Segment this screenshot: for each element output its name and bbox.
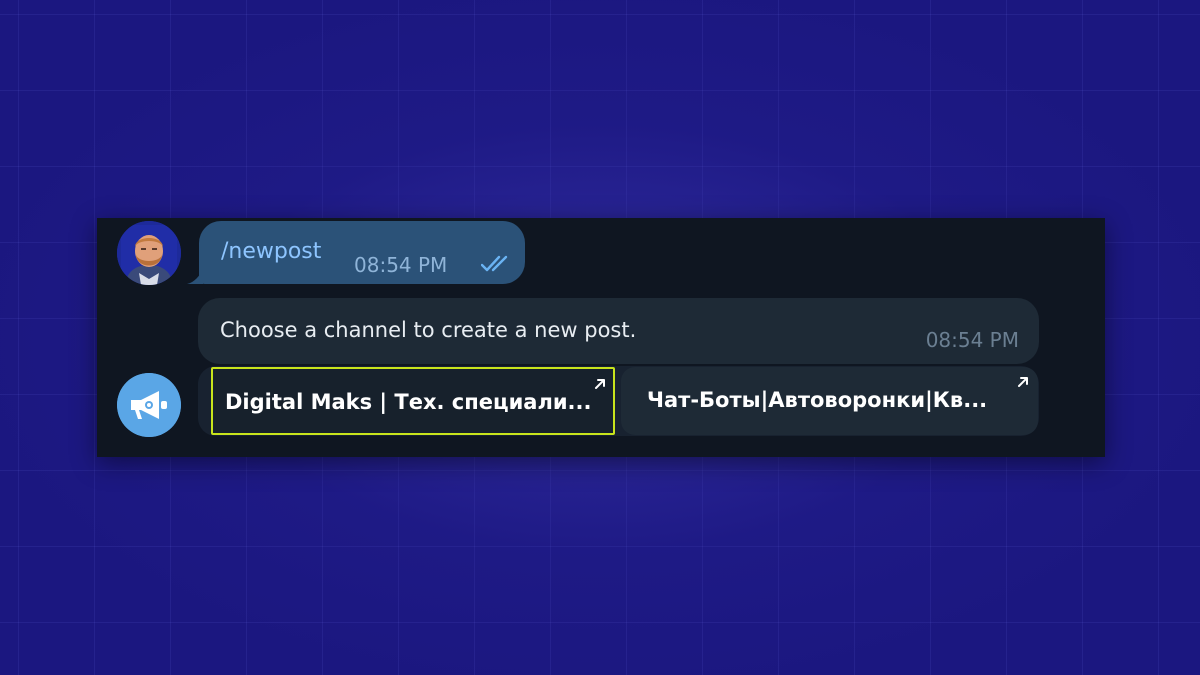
megaphone-icon	[117, 373, 181, 437]
incoming-message-bubble: Choose a channel to create a new post. 0…	[198, 298, 1039, 364]
channel-button-label: Digital Maks | Тех. специали...	[225, 390, 592, 414]
channel-button-chatbots[interactable]: Чат-Боты|Автоворонки|Кв...	[621, 367, 1038, 435]
external-link-arrow-icon	[1018, 377, 1028, 387]
bot-avatar[interactable]	[117, 373, 181, 437]
chat-panel: /newpost 08:54 PM Choose a channel to cr…	[97, 218, 1105, 457]
double-check-icon	[481, 255, 508, 272]
user-avatar[interactable]	[117, 221, 181, 285]
external-link-arrow-icon	[595, 379, 605, 389]
message-time: 08:54 PM	[925, 328, 1019, 352]
bot-message-text: Choose a channel to create a new post.	[220, 318, 637, 342]
command-text[interactable]: /newpost	[221, 239, 321, 264]
message-time: 08:54 PM	[354, 253, 448, 277]
channel-button-label: Чат-Боты|Автоворонки|Кв...	[647, 388, 988, 412]
user-avatar-photo	[117, 221, 181, 285]
channel-button-digital-maks[interactable]: Digital Maks | Тех. специали...	[211, 367, 615, 435]
outgoing-message-bubble[interactable]: /newpost 08:54 PM	[199, 221, 525, 284]
